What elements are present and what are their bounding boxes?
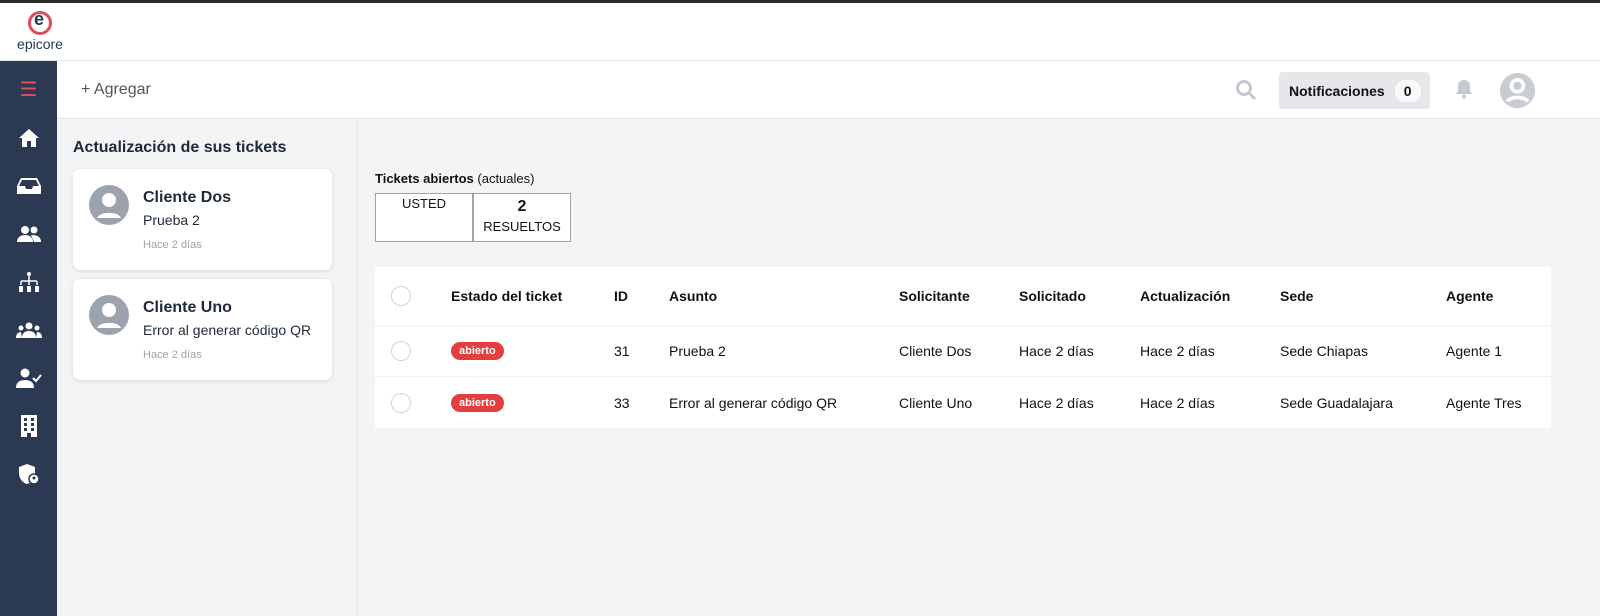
sidebar-item-security[interactable] (0, 454, 57, 494)
header-id[interactable]: ID (614, 288, 628, 304)
cell-solicitante: Cliente Dos (899, 343, 972, 359)
box-label: USTED (401, 196, 447, 211)
card-subject: Error al generar código QR (143, 322, 312, 338)
logo-mark-icon (28, 9, 52, 35)
logo-bar: epicore (0, 3, 1600, 61)
filter-box-usted[interactable]: USTED (375, 193, 473, 242)
avatar-icon (89, 185, 129, 225)
cell-asunto[interactable]: Error al generar código QR (669, 395, 837, 411)
sidebar-item-inbox[interactable] (0, 166, 57, 206)
card-client-name: Cliente Dos (143, 189, 232, 206)
open-tickets-heading: Tickets abiertos (375, 171, 474, 186)
row-checkbox[interactable] (391, 392, 411, 413)
box-value: 2 (517, 198, 527, 215)
cell-solicitado: Hace 2 días (1019, 343, 1094, 359)
search-icon[interactable] (1235, 79, 1257, 101)
tickets-table: Estado del ticket ID Asunto Solicitante … (375, 267, 1551, 428)
open-tickets-title: Tickets abiertos (actuales) (375, 171, 534, 186)
notifications-label: Notificaciones (1289, 82, 1385, 99)
box-label: RESUELTOS (483, 219, 561, 234)
header-actualizacion[interactable]: Actualización (1140, 288, 1230, 304)
list-icon: ☰ (19, 78, 38, 101)
sidebar-item-groups[interactable] (0, 310, 57, 350)
table-header: Estado del ticket ID Asunto Solicitante … (375, 267, 1551, 326)
inbox-icon (16, 178, 41, 194)
logo-text: epicore (17, 36, 63, 52)
select-all-checkbox[interactable] (391, 286, 411, 306)
table-row[interactable]: abierto 33 Error al generar código QR Cl… (375, 377, 1551, 428)
card-subject: Prueba 2 (143, 212, 200, 228)
user-check-icon (15, 368, 42, 388)
cell-solicitado: Hace 2 días (1019, 394, 1094, 411)
header-solicitante[interactable]: Solicitante (899, 288, 970, 304)
cell-id: 33 (614, 394, 630, 411)
users-icon (16, 226, 41, 242)
open-tickets-subtitle: (actuales) (477, 171, 535, 186)
card-time: Hace 2 días (143, 239, 202, 251)
user-avatar[interactable] (1499, 72, 1536, 109)
notifications-button[interactable]: Notificaciones 0 (1279, 72, 1430, 109)
cell-agente: Agente 1 (1446, 343, 1503, 359)
cell-actualizacion: Hace 2 días (1140, 394, 1215, 411)
epicore-logo[interactable]: epicore (12, 9, 68, 52)
sidebar-menu-toggle[interactable]: ☰ (0, 69, 57, 109)
sidebar-item-sedes[interactable] (0, 406, 57, 446)
header-sede[interactable]: Sede (1280, 288, 1313, 304)
cell-agente: Agente Tres (1446, 394, 1522, 411)
sidebar-item-home[interactable] (0, 118, 57, 158)
bell-icon[interactable] (1455, 79, 1473, 99)
cell-sede: Sede Chiapas (1280, 343, 1368, 359)
status-badge: abierto (451, 393, 504, 412)
notifications-count: 0 (1394, 79, 1421, 102)
row-checkbox[interactable] (391, 341, 411, 361)
shield-user-icon (18, 464, 40, 485)
ticket-updates-panel: Actualización de sus tickets Cliente Dos… (57, 119, 358, 616)
card-client-name: Cliente Uno (143, 299, 232, 316)
org-chart-icon (18, 272, 39, 292)
header-asunto[interactable]: Asunto (669, 288, 717, 304)
header-agente[interactable]: Agente (1446, 288, 1493, 304)
header-solicitado[interactable]: Solicitado (1019, 288, 1086, 304)
home-icon (18, 129, 39, 147)
sidebar: ☰ (0, 61, 57, 616)
sidebar-item-organization[interactable] (0, 262, 57, 302)
table-row[interactable]: abierto 31 Prueba 2 Cliente Dos Hace 2 d… (375, 326, 1551, 377)
update-card[interactable]: Cliente Uno Error al generar código QR H… (73, 279, 332, 380)
group-icon (15, 322, 42, 338)
cell-solicitante: Cliente Uno (899, 394, 973, 411)
sidebar-item-agents[interactable] (0, 358, 57, 398)
cell-asunto[interactable]: Prueba 2 (669, 343, 726, 359)
card-time: Hace 2 días (143, 349, 202, 361)
building-icon (20, 415, 37, 437)
header-estado[interactable]: Estado del ticket (451, 288, 562, 304)
status-badge: abierto (451, 342, 504, 360)
add-button[interactable]: + Agregar (81, 81, 151, 99)
update-card[interactable]: Cliente Dos Prueba 2 Hace 2 días (73, 169, 332, 270)
filter-box-resueltos[interactable]: 2 RESUELTOS (473, 193, 571, 242)
panel-title: Actualización de sus tickets (73, 139, 287, 156)
cell-sede: Sede Guadalajara (1280, 394, 1393, 411)
sidebar-item-users[interactable] (0, 214, 57, 254)
topbar: + Agregar Notificaciones 0 (57, 61, 1600, 119)
cell-actualizacion: Hace 2 días (1140, 343, 1215, 359)
cell-id: 31 (614, 343, 630, 359)
avatar-icon (89, 295, 129, 335)
